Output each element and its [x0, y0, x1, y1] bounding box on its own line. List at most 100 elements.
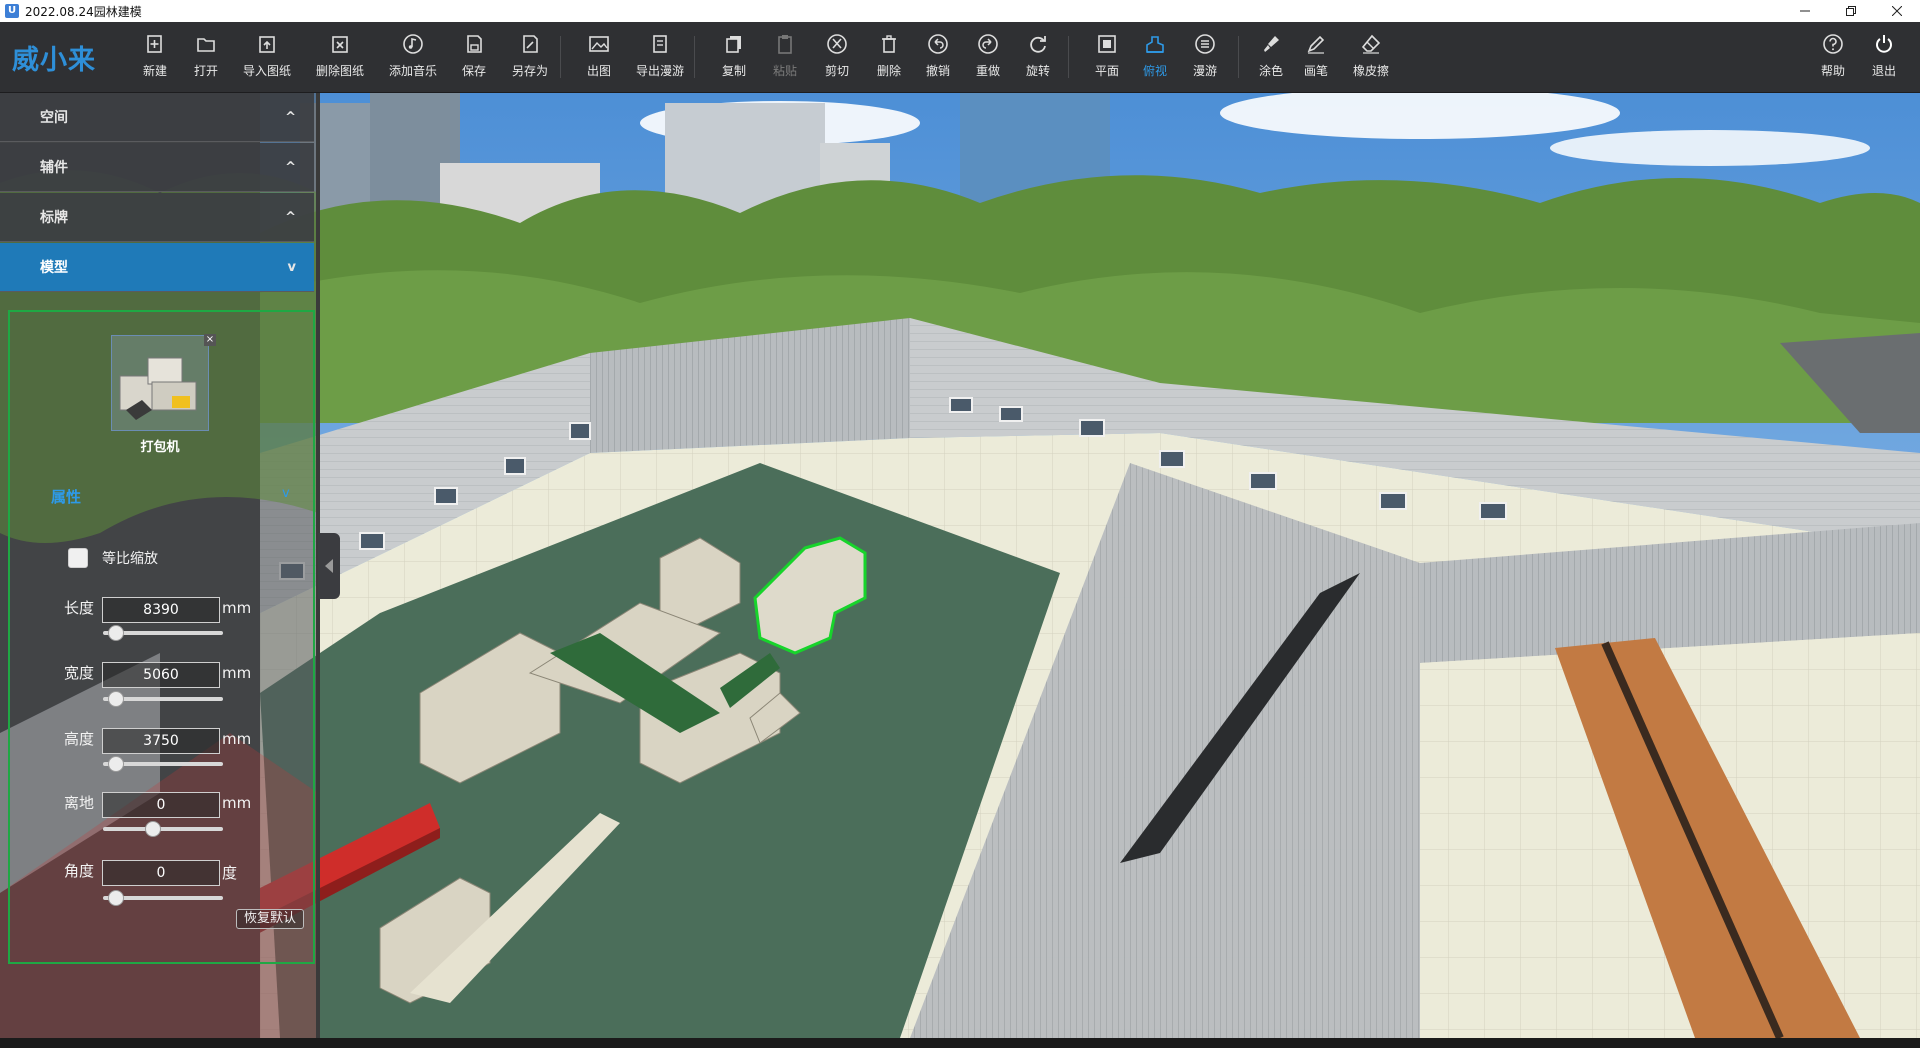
copy-label: 复制 — [721, 64, 746, 78]
height-input[interactable]: 3750 — [102, 728, 220, 754]
proportional-scale-checkbox[interactable] — [68, 548, 88, 568]
export-image-label: 出图 — [586, 64, 611, 78]
help-icon — [1821, 32, 1845, 56]
chevron-down-icon: v — [287, 259, 296, 275]
undo-icon — [926, 32, 950, 56]
section-signs-header[interactable]: 标牌 ^ — [0, 193, 314, 242]
brand-logo: 威小来 — [12, 45, 96, 76]
rotate-button[interactable]: 旋转 — [1009, 32, 1067, 84]
width-slider[interactable] — [103, 691, 223, 707]
toolbar-divider — [1068, 36, 1069, 78]
model-thumbnail[interactable] — [111, 335, 209, 431]
exit-button[interactable]: 退出 — [1855, 32, 1913, 84]
minimize-icon — [1800, 10, 1810, 12]
cut-label: 剪切 — [824, 64, 849, 78]
tour-label: 漫游 — [1192, 64, 1217, 78]
tour-button[interactable]: 漫游 — [1176, 32, 1234, 84]
model-name: 打包机 — [140, 440, 180, 455]
length-slider-handle[interactable] — [108, 625, 125, 641]
exit-label: 退出 — [1871, 64, 1896, 78]
ground-offset-label: 离地 — [64, 794, 95, 812]
height-slider-handle[interactable] — [108, 756, 125, 772]
chevron-up-icon: ^ — [285, 109, 296, 125]
eraser-button[interactable]: 橡皮擦 — [1342, 32, 1400, 84]
angle-input[interactable]: 0 — [102, 860, 220, 886]
section-accessories-header[interactable]: 辅件 ^ — [0, 143, 314, 192]
save-as-button[interactable]: 另存为 — [501, 32, 559, 84]
paste-icon — [773, 32, 797, 56]
save-button[interactable]: 保存 — [445, 32, 503, 84]
restore-button[interactable] — [1828, 0, 1874, 22]
delete-drawing-button[interactable]: 删除图纸 — [311, 32, 369, 84]
width-slider-handle[interactable] — [108, 691, 125, 707]
help-button[interactable]: 帮助 — [1804, 32, 1862, 84]
baler-thumbnail-image — [119, 357, 197, 420]
section-model-header[interactable]: 模型 v — [0, 243, 314, 292]
save-as-icon — [518, 32, 542, 56]
top-view-icon — [1143, 32, 1167, 56]
minimize-button[interactable] — [1782, 0, 1828, 22]
ground-offset-input[interactable]: 0 — [102, 792, 220, 818]
reset-defaults-button[interactable]: 恢复默认 — [236, 909, 304, 929]
angle-label: 角度 — [64, 862, 95, 880]
rotate-label: 旋转 — [1025, 64, 1050, 78]
folder-icon — [194, 32, 218, 56]
chevron-up-icon: ^ — [285, 159, 296, 175]
export-tour-button[interactable]: 导出漫游 — [631, 32, 689, 84]
copy-button[interactable]: 复制 — [705, 32, 763, 84]
status-bar — [0, 1038, 1920, 1048]
chevron-up-icon: ^ — [285, 209, 296, 225]
eraser-icon — [1359, 32, 1383, 56]
picture-icon — [587, 32, 611, 56]
length-input[interactable]: 8390 — [102, 597, 220, 623]
new-button[interactable]: 新建 — [126, 32, 184, 84]
close-window-button[interactable] — [1874, 0, 1920, 22]
proportional-scale-row[interactable]: 等比缩放 — [68, 548, 158, 568]
import-drawing-icon — [255, 32, 279, 56]
toolbar-divider — [1238, 36, 1239, 78]
tour-icon — [1193, 32, 1217, 56]
3d-viewport[interactable] — [260, 93, 1920, 1038]
cut-button[interactable]: 剪切 — [808, 32, 866, 84]
save-label: 保存 — [461, 64, 486, 78]
add-music-button[interactable]: 添加音乐 — [384, 32, 442, 84]
open-button[interactable]: 打开 — [177, 32, 235, 84]
undo-label: 撤销 — [925, 64, 950, 78]
plan-view-label: 平面 — [1094, 64, 1119, 78]
angle-slider-handle[interactable] — [108, 890, 125, 906]
chevron-down-icon[interactable]: v — [282, 486, 290, 501]
app-icon: U — [5, 4, 19, 18]
paste-button[interactable]: 粘贴 — [756, 32, 814, 84]
toolbar-divider — [560, 36, 561, 78]
angle-slider[interactable] — [103, 890, 223, 906]
top-view-label: 俯视 — [1142, 64, 1167, 78]
restore-icon — [1846, 6, 1856, 16]
side-panel: 空间 ^ 辅件 ^ 标牌 ^ 模型 v × 打包机 属性 v 等比缩放 长度 8… — [0, 93, 318, 1038]
width-input[interactable]: 5060 — [102, 662, 220, 688]
import-drawing-button[interactable]: 导入图纸 — [238, 32, 296, 84]
ground-offset-slider-handle[interactable] — [144, 821, 161, 837]
trash-icon — [877, 32, 901, 56]
remove-model-button[interactable]: × — [204, 334, 216, 346]
collapse-panel-button[interactable] — [318, 533, 340, 599]
scissors-icon — [825, 32, 849, 56]
section-space-label: 空间 — [40, 110, 68, 126]
length-slider[interactable] — [103, 625, 223, 641]
import-drawing-label: 导入图纸 — [242, 64, 291, 78]
section-signs-label: 标牌 — [40, 210, 68, 226]
redo-icon — [976, 32, 1000, 56]
power-icon — [1872, 32, 1896, 56]
delete-drawing-icon — [328, 32, 352, 56]
properties-title[interactable]: 属性 — [51, 486, 81, 507]
ground-offset-slider[interactable] — [103, 821, 223, 837]
section-space-header[interactable]: 空间 ^ — [0, 93, 314, 142]
height-slider[interactable] — [103, 756, 223, 772]
export-image-button[interactable]: 出图 — [570, 32, 628, 84]
eraser-label: 橡皮擦 — [1352, 64, 1389, 78]
toolbar-divider — [694, 36, 695, 78]
pen-button[interactable]: 画笔 — [1287, 32, 1345, 84]
music-note-icon — [401, 32, 425, 56]
delete-label: 删除 — [876, 64, 901, 78]
open-label: 打开 — [193, 64, 218, 78]
paste-label: 粘贴 — [772, 64, 797, 78]
